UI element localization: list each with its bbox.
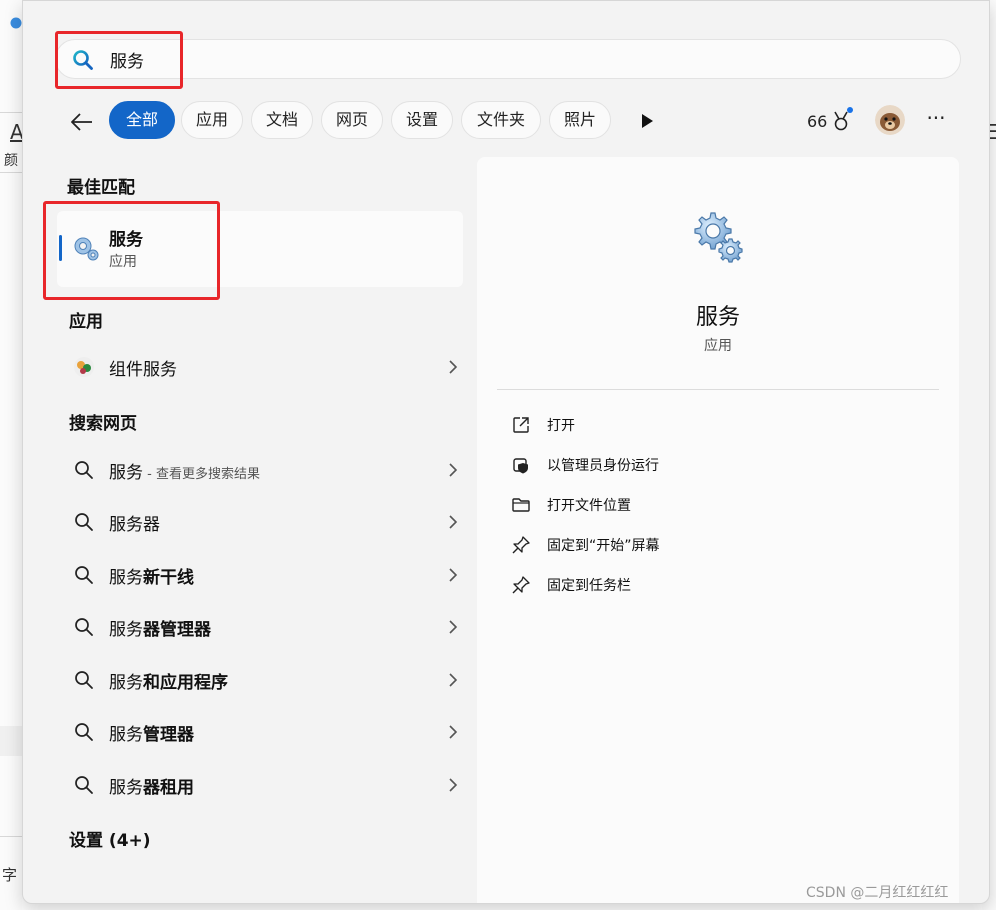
search-icon xyxy=(75,723,93,741)
settings-heading[interactable]: 设置 (4+) xyxy=(69,826,151,851)
medal-icon xyxy=(834,111,849,131)
search-icon xyxy=(75,566,93,584)
web-result-row[interactable]: 服务器管理器 xyxy=(57,605,463,649)
preview-title: 服务 xyxy=(695,305,740,330)
search-icon xyxy=(75,513,93,531)
preview-pane: 服务 应用 打开 以管理员身份运行 打开文件位置 固定到“开始”屏幕 固定到任务… xyxy=(477,157,959,903)
component-services-icon xyxy=(74,357,94,377)
web-result-row[interactable]: 服务器租用 xyxy=(57,763,463,807)
chevron-right-icon xyxy=(449,568,458,582)
avatar[interactable] xyxy=(875,105,905,135)
action-label: 固定到“开始”屏幕 xyxy=(547,538,660,554)
web-result-subtext: - 查看更多搜索结果 xyxy=(143,467,260,482)
back-arrow-icon[interactable] xyxy=(67,107,97,137)
action-label: 打开 xyxy=(547,418,575,434)
filter-row: 全部 应用 文档 网页 设置 文件夹 照片 66 ··· xyxy=(23,101,989,141)
search-icon xyxy=(75,776,93,794)
web-result-text: 服务 xyxy=(109,725,143,745)
selection-indicator xyxy=(59,235,62,261)
web-result-text: 服务 xyxy=(109,620,143,640)
bg-fragment-zi: 字 xyxy=(2,866,18,884)
chevron-right-icon xyxy=(449,778,458,792)
action-label: 固定到任务栏 xyxy=(547,578,631,594)
folder-icon xyxy=(512,498,530,512)
web-result-row[interactable]: 服务和应用程序 xyxy=(57,658,463,702)
shield-icon xyxy=(513,458,528,474)
notification-dot xyxy=(847,107,853,113)
services-gear-icon xyxy=(74,237,99,261)
chevron-right-icon xyxy=(449,620,458,634)
best-match-title: 服务 xyxy=(109,230,143,250)
tab-photos[interactable]: 照片 xyxy=(549,101,611,139)
web-result-text: 服务 xyxy=(109,568,143,588)
tab-documents[interactable]: 文档 xyxy=(251,101,313,139)
search-icon xyxy=(73,50,93,70)
preview-divider xyxy=(497,389,939,390)
best-match-item[interactable]: 服务 应用 xyxy=(57,211,463,287)
web-result-row[interactable]: 服务管理器 xyxy=(57,710,463,754)
web-result-text: 服务 xyxy=(109,463,143,483)
web-result-row[interactable]: 服务器 xyxy=(57,500,463,544)
web-search-heading: 搜索网页 xyxy=(69,414,137,434)
pin-icon xyxy=(512,536,530,554)
app-item-component-services[interactable]: 组件服务 xyxy=(57,345,463,389)
search-icon xyxy=(75,618,93,636)
tab-folders[interactable]: 文件夹 xyxy=(461,101,541,139)
search-icon xyxy=(75,671,93,689)
web-result-row[interactable]: 服务 - 查看更多搜索结果 xyxy=(57,448,463,492)
apps-heading: 应用 xyxy=(69,312,103,332)
best-match-heading: 最佳匹配 xyxy=(67,178,135,198)
open-external-icon xyxy=(513,417,529,433)
tab-all[interactable]: 全部 xyxy=(109,101,175,139)
action-label: 以管理员身份运行 xyxy=(547,458,659,474)
search-input[interactable] xyxy=(108,45,908,73)
watermark: CSDN @二月红红红红 xyxy=(806,885,949,901)
web-result-text: 服务 xyxy=(109,778,143,798)
bg-fragment-yan: 颜 xyxy=(4,153,18,169)
chevron-right-icon xyxy=(449,463,458,477)
search-panel: 全部 应用 文档 网页 设置 文件夹 照片 66 xyxy=(22,0,990,904)
web-result-text: 服务 xyxy=(109,673,143,693)
browser-icon xyxy=(10,17,22,29)
tab-settings[interactable]: 设置 xyxy=(391,101,453,139)
tab-web[interactable]: 网页 xyxy=(321,101,383,139)
web-result-row[interactable]: 服务新干线 xyxy=(57,553,463,597)
chevron-right-icon xyxy=(449,725,458,739)
points-count: 66 xyxy=(807,111,828,131)
chevron-right-icon xyxy=(449,673,458,687)
rewards-points[interactable]: 66 xyxy=(807,107,853,133)
more-options-icon[interactable]: ··· xyxy=(923,108,949,133)
search-box[interactable] xyxy=(55,39,961,79)
chevron-right-icon xyxy=(449,360,458,374)
dog-avatar-icon xyxy=(875,105,905,135)
services-gear-icon xyxy=(694,212,743,263)
chevron-right-icon xyxy=(449,515,458,529)
search-icon xyxy=(75,461,93,479)
best-match-subtitle: 应用 xyxy=(109,254,137,270)
pin-icon xyxy=(512,576,530,594)
tab-apps[interactable]: 应用 xyxy=(181,101,243,139)
web-result-text: 服务器 xyxy=(109,515,160,535)
play-more-icon[interactable] xyxy=(637,111,657,131)
action-label: 打开文件位置 xyxy=(547,498,631,514)
app-item-label: 组件服务 xyxy=(109,360,177,380)
preview-subtitle: 应用 xyxy=(704,338,732,354)
